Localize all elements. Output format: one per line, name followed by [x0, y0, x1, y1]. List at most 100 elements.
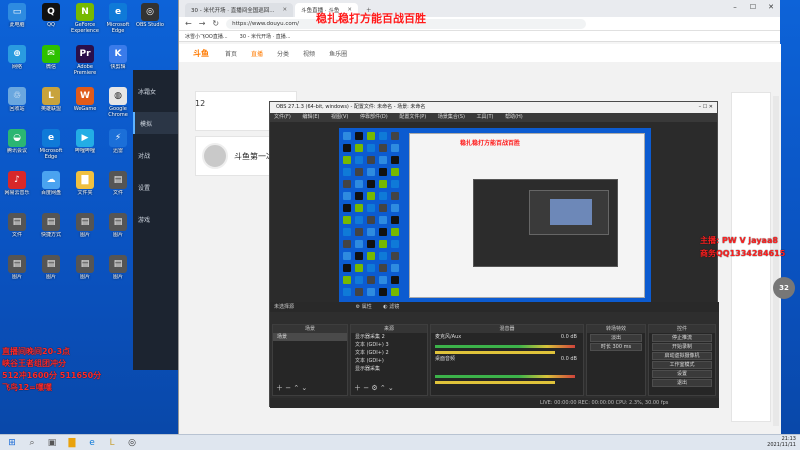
icon-label: 文件 [11, 232, 22, 238]
menu-item[interactable]: 配置文件(P) [399, 114, 426, 120]
refresh-icon[interactable]: ↻ [212, 19, 219, 28]
desktop-icon[interactable]: ◒ 腾讯会议 [0, 129, 34, 160]
desktop-icon[interactable]: ▤ 图片 [68, 255, 102, 286]
filters-button[interactable]: ◐ 滤镜 [383, 304, 399, 310]
desktop-icon[interactable]: K 快剪辑 [101, 45, 135, 76]
desktop-icon[interactable]: ✉ 微信 [34, 45, 68, 76]
desktop-icon[interactable]: ◎ OBS Studio [133, 3, 167, 34]
source-status: 未选择源 [274, 304, 295, 310]
desktop-icon[interactable]: ▤ 图片 [101, 213, 135, 244]
desktop-icon[interactable]: ▤ 图片 [34, 255, 68, 286]
desktop-icon[interactable]: ▇ 文件夹 [68, 171, 102, 202]
avatar[interactable] [202, 143, 228, 169]
task-view-icon[interactable]: ▣ [44, 436, 60, 450]
desktop-icon[interactable]: ▭ 此电脑 [0, 3, 34, 34]
folder-icon[interactable]: ▇ [64, 436, 80, 450]
nav-link[interactable]: 视频 [303, 49, 315, 58]
league-icon[interactable]: L [104, 436, 120, 450]
menu-item[interactable]: 场景集合(S) [438, 114, 465, 120]
source-item[interactable]: 显示器采集 2 [351, 333, 427, 341]
close-icon[interactable]: ✕ [282, 7, 287, 13]
desktop-icon[interactable]: ▤ 文件 [0, 213, 34, 244]
preview-desktop-icon [355, 132, 363, 140]
studio-mode-button[interactable]: 工作室模式 [652, 361, 712, 369]
source-item[interactable]: 文本 (GDI+) 3 [351, 341, 427, 349]
desktop-icon[interactable]: ♲ 回收站 [0, 87, 34, 118]
source-item[interactable]: 文本 (GDI+) [351, 357, 427, 365]
menu-item[interactable]: 视图(V) [331, 114, 348, 120]
system-clock[interactable]: 21:13 2021/11/11 [767, 436, 796, 448]
sidebar-item[interactable]: 设置 [133, 176, 179, 198]
desktop-icon[interactable]: ⊕ 网络 [0, 45, 34, 76]
desktop-icon[interactable]: Pr Adobe Premiere [68, 45, 102, 76]
window-controls[interactable]: – ☐ ✕ [699, 102, 713, 113]
sidebar-item[interactable]: 游戏 [133, 208, 179, 230]
obs-icon[interactable]: ◎ [124, 436, 140, 450]
transition-select[interactable]: 淡出 [590, 334, 642, 342]
desktop-icon[interactable]: ▤ 文件 [101, 171, 135, 202]
bookmark-item[interactable]: 冰雪小飞OO直播... [185, 33, 228, 40]
preview-desktop-icon [391, 168, 399, 176]
mixer-channel: 桌面音频 0.0 dB [431, 355, 583, 363]
scene-item[interactable]: 场景 [273, 333, 347, 341]
desktop-icon[interactable]: ⚡ 迅雷 [101, 129, 135, 160]
nav-link[interactable]: 直播 [251, 49, 263, 58]
volume-slider[interactable] [435, 351, 555, 354]
edge-icon[interactable]: e [84, 436, 100, 450]
desktop-icon[interactable]: ▤ 图片 [0, 255, 34, 286]
obs-preview[interactable]: 稳扎稳打方能百战百胜 [339, 128, 651, 303]
virtual-camera-button[interactable]: 启动虚拟摄像机 [652, 352, 712, 360]
bookmark-item[interactable]: 30 - 米代开场 · 直播... [240, 33, 291, 40]
preview-desktop-icon [379, 132, 387, 140]
close-window-icon[interactable]: ✕ [762, 0, 780, 14]
nav-link[interactable]: 首页 [225, 49, 237, 58]
menu-item[interactable]: 工具(T) [477, 114, 494, 120]
menu-item[interactable]: 编辑(E) [302, 114, 319, 120]
add-remove-icons[interactable]: ＋ − ⌃ ⌄ [276, 383, 307, 393]
nav-link[interactable]: 鱼乐圈 [329, 49, 347, 58]
desktop-icon[interactable]: e Microsoft Edge [101, 3, 135, 34]
menu-item[interactable]: 停靠部件(D) [360, 114, 388, 120]
desktop-icon[interactable]: ♪ 网易云音乐 [0, 171, 34, 202]
maximize-icon[interactable]: ☐ [744, 0, 762, 14]
desktop-icon[interactable]: L 英雄联盟 [34, 87, 68, 118]
settings-button[interactable]: 设置 [652, 370, 712, 378]
volume-slider[interactable] [435, 381, 555, 384]
site-logo[interactable]: 斗鱼 [193, 48, 209, 59]
desktop-icon[interactable]: N GeForce Experience [68, 3, 102, 34]
source-item[interactable]: 显示器采集 [351, 365, 427, 373]
desktop-icon[interactable]: ▤ 图片 [68, 213, 102, 244]
start-recording-button[interactable]: 开始录制 [652, 343, 712, 351]
desktop-icon[interactable]: ◍ Google Chrome [101, 87, 135, 118]
desktop-icon[interactable]: Q QQ [34, 3, 68, 34]
menu-item[interactable]: 帮助(H) [505, 114, 523, 120]
search-icon[interactable]: ⌕ [24, 436, 40, 450]
minimize-icon[interactable]: – [726, 0, 744, 14]
desktop-icon[interactable]: ☁ 百度网盘 [34, 171, 68, 202]
start-icon[interactable]: ⊞ [4, 436, 20, 450]
back-icon[interactable]: ← [185, 19, 192, 28]
forward-icon[interactable]: → [199, 19, 206, 28]
desktop-icon[interactable]: ▤ 快捷方式 [34, 213, 68, 244]
desktop-icon[interactable]: ▶ 哔哩哔哩 [68, 129, 102, 160]
browser-tab[interactable]: 30 - 米代开场 · 直播间全国巡回... ✕ [185, 3, 294, 17]
exit-button[interactable]: 退出 [652, 379, 712, 387]
desktop-icon[interactable]: ▤ 图片 [101, 255, 135, 286]
nav-link[interactable]: 分类 [277, 49, 289, 58]
sidebar-item[interactable]: 冰霜女 [133, 80, 179, 102]
add-remove-icons[interactable]: ＋ − ⚙ ⌃ ⌄ [354, 383, 394, 393]
sidebar-item[interactable]: 对战 [133, 144, 179, 166]
desktop-icon[interactable]: W WeGame [68, 87, 102, 118]
preview-desktop-icon [367, 264, 375, 272]
desktop-icon[interactable]: e Microsoft Edge [34, 129, 68, 160]
preview-desktop-icon [355, 156, 363, 164]
count-badge[interactable]: 32 [773, 277, 795, 299]
sidebar-item[interactable]: 模拟 [133, 112, 179, 134]
menu-item[interactable]: 文件(F) [274, 114, 291, 120]
transition-duration[interactable]: 时长 300 ms [590, 343, 642, 351]
app-icon: ⚡ [109, 129, 127, 147]
scrollbar[interactable] [773, 96, 779, 426]
source-item[interactable]: 文本 (GDI+) 2 [351, 349, 427, 357]
stop-streaming-button[interactable]: 停止推流 [652, 334, 712, 342]
properties-button[interactable]: ⚙ 属性 [356, 304, 372, 310]
